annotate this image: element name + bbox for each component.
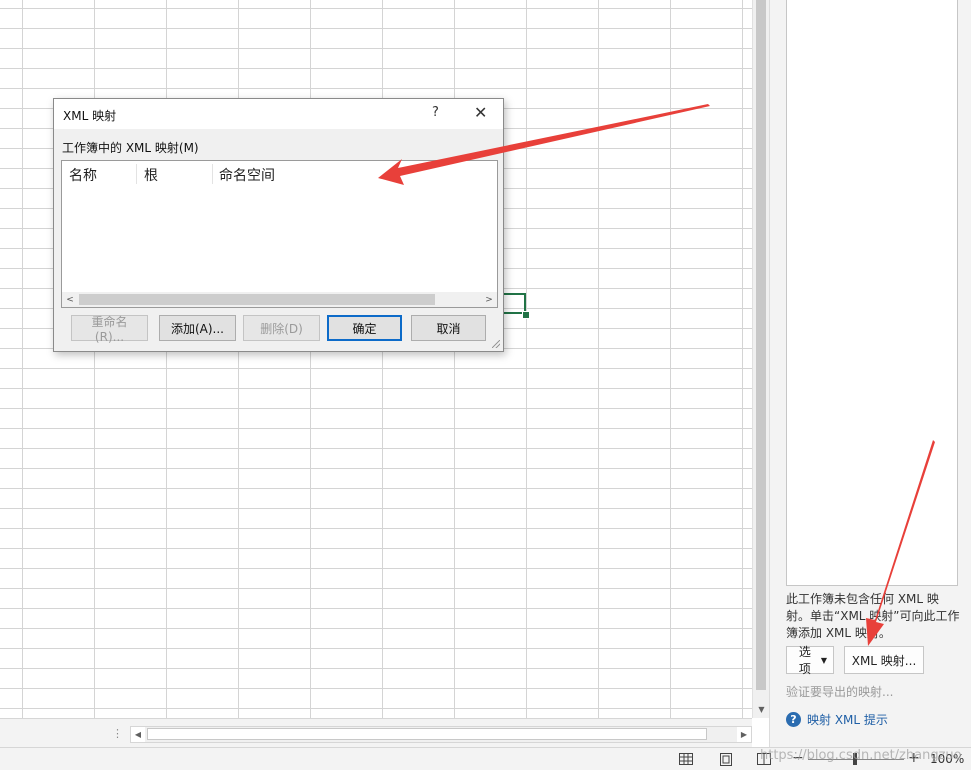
page-layout-view-icon[interactable] [718, 752, 734, 766]
help-icon[interactable]: ? [432, 105, 439, 120]
scroll-left-arrow-icon[interactable]: < [62, 292, 78, 307]
xml-maps-dialog: XML 映射 ? ✕ 工作簿中的 XML 映射(M) 名称 根 命名空间 < >… [53, 98, 504, 352]
sheet-bar-split-handle-icon[interactable]: ⋮ [112, 727, 123, 740]
excel-window: ▼ ⋮ ◀ ▶ 此工作簿未包含任何 XML 映射。单击“XML 映射”可向此工作… [0, 0, 971, 770]
rename-button[interactable]: 重命名(R)... [71, 315, 148, 344]
xml-tips-label: 映射 XML 提示 [807, 713, 888, 727]
xml-tips-link[interactable]: ? 映射 XML 提示 [786, 711, 888, 728]
ok-button[interactable]: 确定 [327, 315, 402, 341]
list-scroll-thumb[interactable] [79, 294, 435, 305]
watermark-text: https://blog.csdn.net/zhangzuo [760, 748, 962, 763]
scroll-left-arrow-icon[interactable]: ◀ [131, 727, 145, 742]
verify-maps-link: 验证要导出的映射... [786, 685, 894, 699]
horizontal-scrollbar[interactable]: ◀ ▶ [130, 726, 752, 743]
column-divider[interactable] [136, 164, 137, 184]
resize-grip-icon[interactable] [492, 340, 500, 348]
list-header: 名称 根 命名空间 [62, 161, 497, 185]
vertical-scrollbar[interactable]: ▼ [752, 0, 770, 718]
dialog-titlebar[interactable]: XML 映射 ? ✕ [54, 99, 503, 129]
fill-handle[interactable] [522, 311, 530, 319]
column-header-name[interactable]: 名称 [69, 165, 97, 185]
normal-view-icon[interactable] [678, 752, 694, 766]
scroll-right-arrow-icon[interactable]: ▶ [737, 727, 751, 742]
xml-source-task-pane: 此工作簿未包含任何 XML 映射。单击“XML 映射”可向此工作簿添加 XML … [769, 0, 971, 747]
no-maps-info-text: 此工作簿未包含任何 XML 映射。单击“XML 映射”可向此工作簿添加 XML … [786, 592, 960, 640]
column-divider[interactable] [212, 164, 213, 184]
close-icon[interactable]: ✕ [474, 103, 487, 122]
options-dropdown-button[interactable]: 选项 ▼ [786, 645, 834, 676]
xml-maps-list-label: 工作簿中的 XML 映射(M) [62, 141, 199, 155]
cancel-button[interactable]: 取消 [411, 315, 486, 341]
options-label: 选项 [798, 645, 811, 676]
scroll-right-arrow-icon[interactable]: > [481, 292, 497, 307]
column-header-root[interactable]: 根 [144, 165, 158, 185]
scroll-down-arrow-icon[interactable]: ▼ [753, 701, 770, 718]
help-icon: ? [786, 712, 801, 727]
xml-maps-list[interactable]: 名称 根 命名空间 < > [61, 160, 498, 308]
dropdown-caret-icon: ▼ [820, 655, 827, 665]
list-horizontal-scrollbar[interactable]: < > [62, 292, 497, 307]
xml-maps-button[interactable]: XML 映射... [844, 646, 924, 674]
add-button[interactable]: 添加(A)... [159, 315, 236, 341]
sheet-tab-bar: ⋮ ◀ ▶ [0, 718, 752, 748]
vertical-scroll-thumb[interactable] [756, 0, 766, 690]
horizontal-scroll-thumb[interactable] [147, 728, 707, 740]
column-header-namespace[interactable]: 命名空间 [219, 165, 275, 185]
xml-maps-tree[interactable] [786, 0, 958, 586]
delete-button[interactable]: 删除(D) [243, 315, 320, 341]
dialog-title: XML 映射 [63, 109, 117, 123]
